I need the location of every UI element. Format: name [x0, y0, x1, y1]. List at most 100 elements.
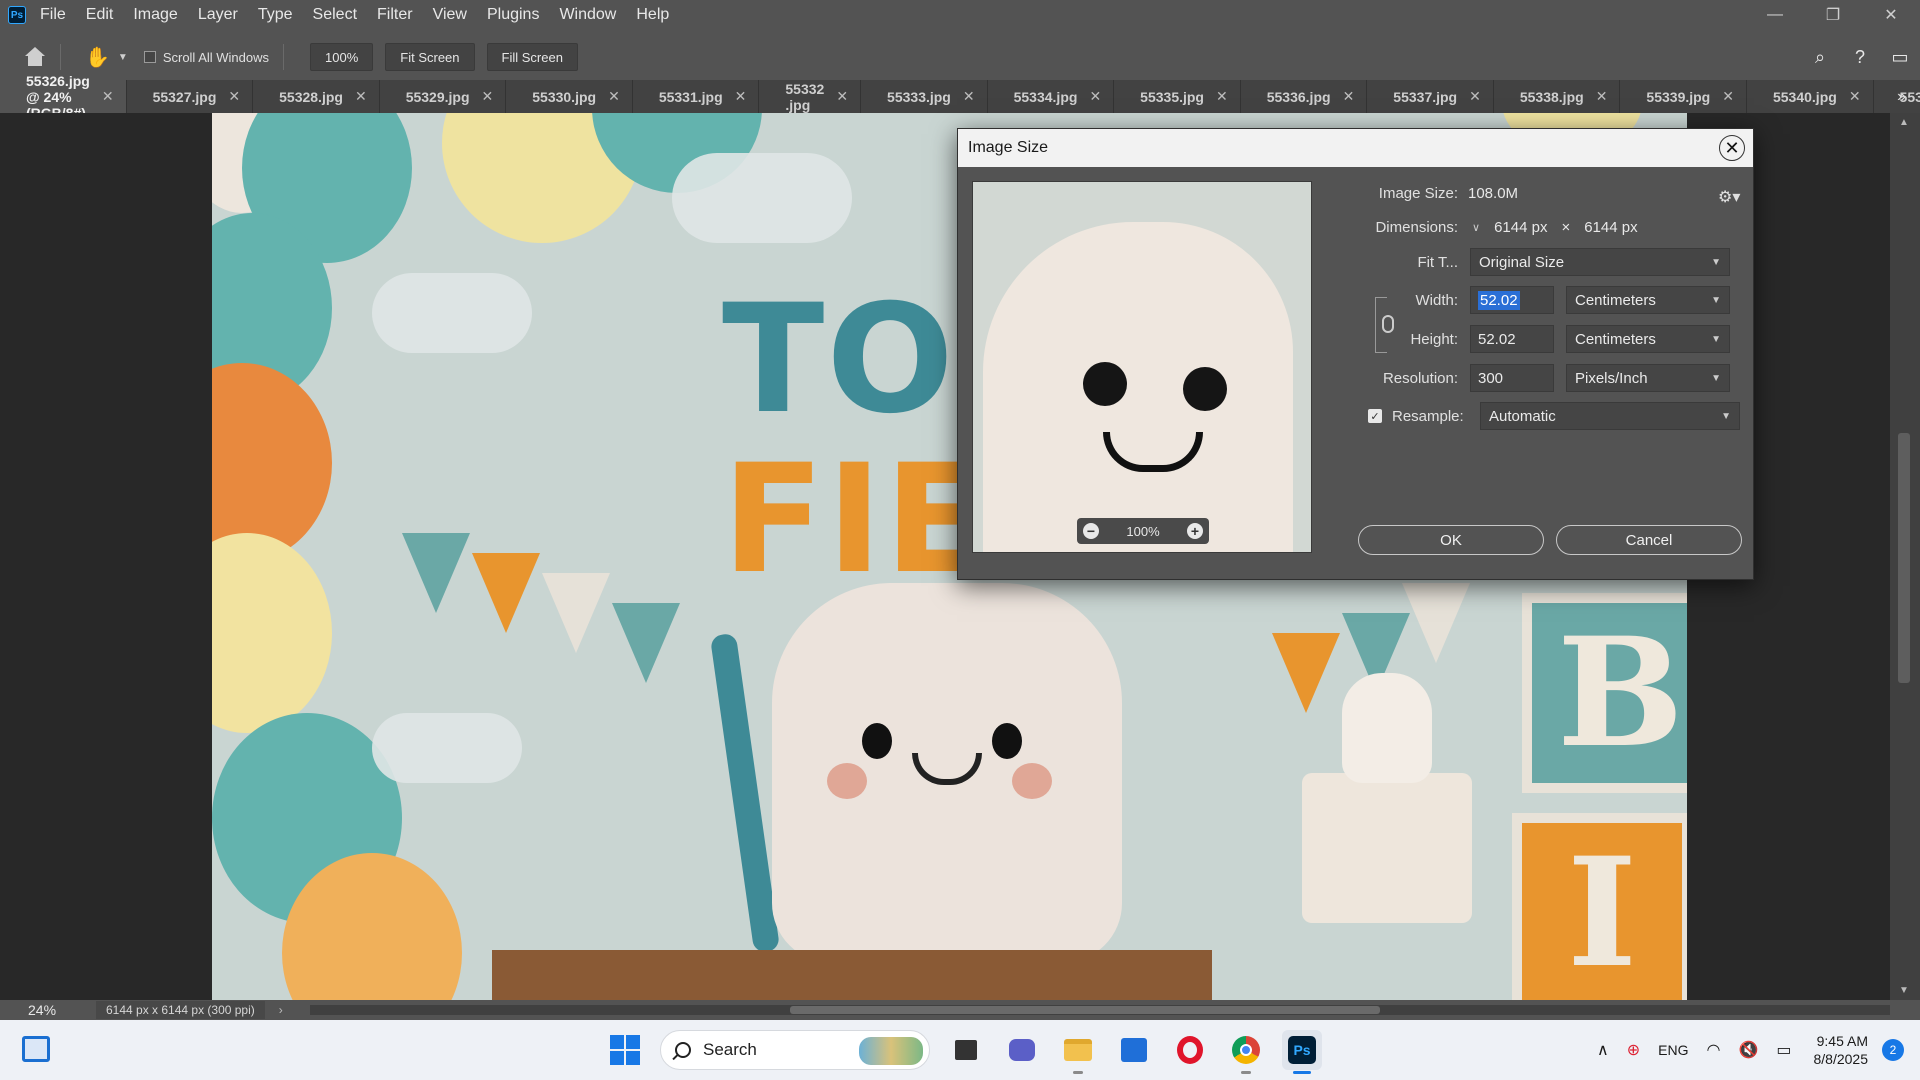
- search-icon[interactable]: ⌕: [1800, 47, 1840, 68]
- tab-55336[interactable]: 55336.jpg ✕: [1241, 80, 1368, 113]
- tab-55329[interactable]: 55329.jpg ✕: [380, 80, 507, 113]
- vertical-scrollbar[interactable]: ▲ ▼: [1890, 113, 1920, 1000]
- tabs-overflow-icon[interactable]: »: [1897, 80, 1906, 113]
- tab-55333[interactable]: 55333.jpg ✕: [861, 80, 988, 113]
- close-tab-icon[interactable]: ✕: [1849, 88, 1861, 105]
- tab-55326[interactable]: 55326.jpg @ 24% (RGB/8#)✕: [0, 73, 127, 121]
- chevron-up-icon[interactable]: ∧: [1597, 1040, 1609, 1060]
- tab-55338[interactable]: 55338.jpg ✕: [1494, 80, 1621, 113]
- tab-55327[interactable]: 55327.jpg ✕: [127, 80, 254, 113]
- zoom-out-icon[interactable]: −: [1083, 523, 1099, 539]
- status-expand-icon[interactable]: ›: [279, 1003, 283, 1017]
- horizontal-scroll-thumb[interactable]: [790, 1006, 1380, 1014]
- close-tab-icon[interactable]: ✕: [1596, 88, 1608, 105]
- zoom-100-button[interactable]: 100%: [310, 43, 374, 71]
- close-tab-icon[interactable]: ✕: [1343, 88, 1355, 105]
- fit-to-dropdown[interactable]: Original Size ▼: [1470, 248, 1730, 276]
- dimensions-chevron-icon[interactable]: ∨: [1472, 221, 1480, 234]
- scroll-all-windows-checkbox[interactable]: [143, 51, 156, 63]
- minimize-icon[interactable]: —: [1746, 0, 1804, 30]
- restore-icon[interactable]: ❐: [1804, 0, 1862, 30]
- close-tab-icon[interactable]: ✕: [1089, 88, 1101, 105]
- start-icon[interactable]: [610, 1035, 640, 1065]
- chrome-icon[interactable]: [1226, 1030, 1266, 1074]
- workspace-icon[interactable]: ▭: [1880, 47, 1920, 68]
- image-preview[interactable]: − 100% +: [972, 181, 1312, 553]
- horizontal-scrollbar[interactable]: [310, 1005, 1890, 1015]
- gear-icon[interactable]: ⚙▾: [1718, 187, 1740, 207]
- vertical-scroll-thumb[interactable]: [1898, 433, 1910, 683]
- tab-55334[interactable]: 55334.jpg ✕: [988, 80, 1115, 113]
- file-explorer-icon[interactable]: [1058, 1030, 1098, 1074]
- photoshop-taskbar-icon[interactable]: Ps: [1282, 1030, 1322, 1074]
- close-tab-icon[interactable]: ✕: [608, 88, 620, 105]
- menu-plugins[interactable]: Plugins: [487, 6, 539, 24]
- close-tab-icon[interactable]: ✕: [735, 88, 747, 105]
- tab-55328[interactable]: 55328.jpg ✕: [253, 80, 380, 113]
- meet-icon[interactable]: [1002, 1030, 1042, 1070]
- dialog-title-bar[interactable]: Image Size ✕: [958, 129, 1753, 167]
- menu-filter[interactable]: Filter: [377, 6, 413, 24]
- close-tab-icon[interactable]: ✕: [102, 88, 114, 105]
- hand-tool-icon[interactable]: ✋: [85, 45, 110, 70]
- close-tab-icon[interactable]: ✕: [963, 88, 975, 105]
- widgets-icon[interactable]: [22, 1036, 50, 1062]
- photoshop-logo-icon[interactable]: Ps: [8, 6, 26, 24]
- menu-image[interactable]: Image: [133, 6, 177, 24]
- tab-55332[interactable]: 55332 .jpg ✕: [759, 80, 862, 113]
- close-tab-icon[interactable]: ✕: [355, 88, 367, 105]
- zoom-in-icon[interactable]: +: [1187, 523, 1203, 539]
- close-tab-icon[interactable]: ✕: [836, 88, 848, 105]
- close-icon[interactable]: ✕: [1719, 135, 1745, 161]
- help-icon[interactable]: ?: [1840, 47, 1880, 68]
- language-indicator[interactable]: ENG: [1658, 1042, 1688, 1058]
- ok-button[interactable]: OK: [1358, 525, 1544, 555]
- tab-55337[interactable]: 55337.jpg ✕: [1367, 80, 1494, 113]
- volume-mute-icon[interactable]: 🔇: [1738, 1040, 1758, 1060]
- scroll-up-icon[interactable]: ▲: [1899, 117, 1909, 128]
- tab-55340[interactable]: 55340.jpg ✕: [1747, 80, 1874, 113]
- home-icon[interactable]: [24, 47, 46, 67]
- task-view-icon[interactable]: [946, 1030, 986, 1070]
- fit-screen-button[interactable]: Fit Screen: [385, 43, 475, 71]
- menu-type[interactable]: Type: [258, 6, 293, 24]
- notification-badge[interactable]: 2: [1882, 1039, 1904, 1061]
- menu-help[interactable]: Help: [636, 6, 669, 24]
- taskbar-search[interactable]: Search: [660, 1030, 930, 1070]
- resolution-input[interactable]: 300: [1470, 364, 1554, 392]
- close-tab-icon[interactable]: ✕: [1469, 88, 1481, 105]
- battery-icon[interactable]: ▭: [1776, 1040, 1791, 1060]
- close-tab-icon[interactable]: ✕: [482, 88, 494, 105]
- tab-55335[interactable]: 55335.jpg ✕: [1114, 80, 1241, 113]
- menu-view[interactable]: View: [433, 6, 467, 24]
- menu-window[interactable]: Window: [559, 6, 616, 24]
- close-window-icon[interactable]: ✕: [1862, 0, 1920, 30]
- tab-55339[interactable]: 55339.jpg ✕: [1620, 80, 1747, 113]
- resample-dropdown[interactable]: Automatic ▼: [1480, 402, 1740, 430]
- menu-layer[interactable]: Layer: [198, 6, 238, 24]
- wifi-icon[interactable]: ◠: [1706, 1040, 1720, 1060]
- opera-icon[interactable]: [1170, 1030, 1210, 1070]
- close-tab-icon[interactable]: ✕: [1216, 88, 1228, 105]
- fill-screen-button[interactable]: Fill Screen: [486, 43, 578, 71]
- tool-preset-chevron-icon[interactable]: ▼: [118, 52, 128, 63]
- network-shield-icon[interactable]: ⊕: [1627, 1040, 1640, 1060]
- close-tab-icon[interactable]: ✕: [228, 88, 240, 105]
- tab-55330[interactable]: 55330.jpg ✕: [506, 80, 633, 113]
- microsoft-store-icon[interactable]: [1114, 1030, 1154, 1070]
- width-input[interactable]: 52.02: [1470, 286, 1554, 314]
- close-tab-icon[interactable]: ✕: [1722, 88, 1734, 105]
- resample-checkbox[interactable]: ✓: [1368, 409, 1382, 423]
- tab-55331[interactable]: 55331.jpg ✕: [633, 80, 760, 113]
- height-input[interactable]: 52.02: [1470, 325, 1554, 353]
- width-unit-dropdown[interactable]: Centimeters ▼: [1566, 286, 1730, 314]
- clock[interactable]: 9:45 AM 8/8/2025: [1814, 1032, 1869, 1068]
- scroll-down-icon[interactable]: ▼: [1899, 985, 1909, 996]
- menu-select[interactable]: Select: [313, 6, 357, 24]
- resolution-unit-dropdown[interactable]: Pixels/Inch ▼: [1566, 364, 1730, 392]
- menu-file[interactable]: File: [40, 6, 66, 24]
- cancel-button[interactable]: Cancel: [1556, 525, 1742, 555]
- zoom-level[interactable]: 24%: [0, 1002, 80, 1018]
- height-unit-dropdown[interactable]: Centimeters ▼: [1566, 325, 1730, 353]
- menu-edit[interactable]: Edit: [86, 6, 114, 24]
